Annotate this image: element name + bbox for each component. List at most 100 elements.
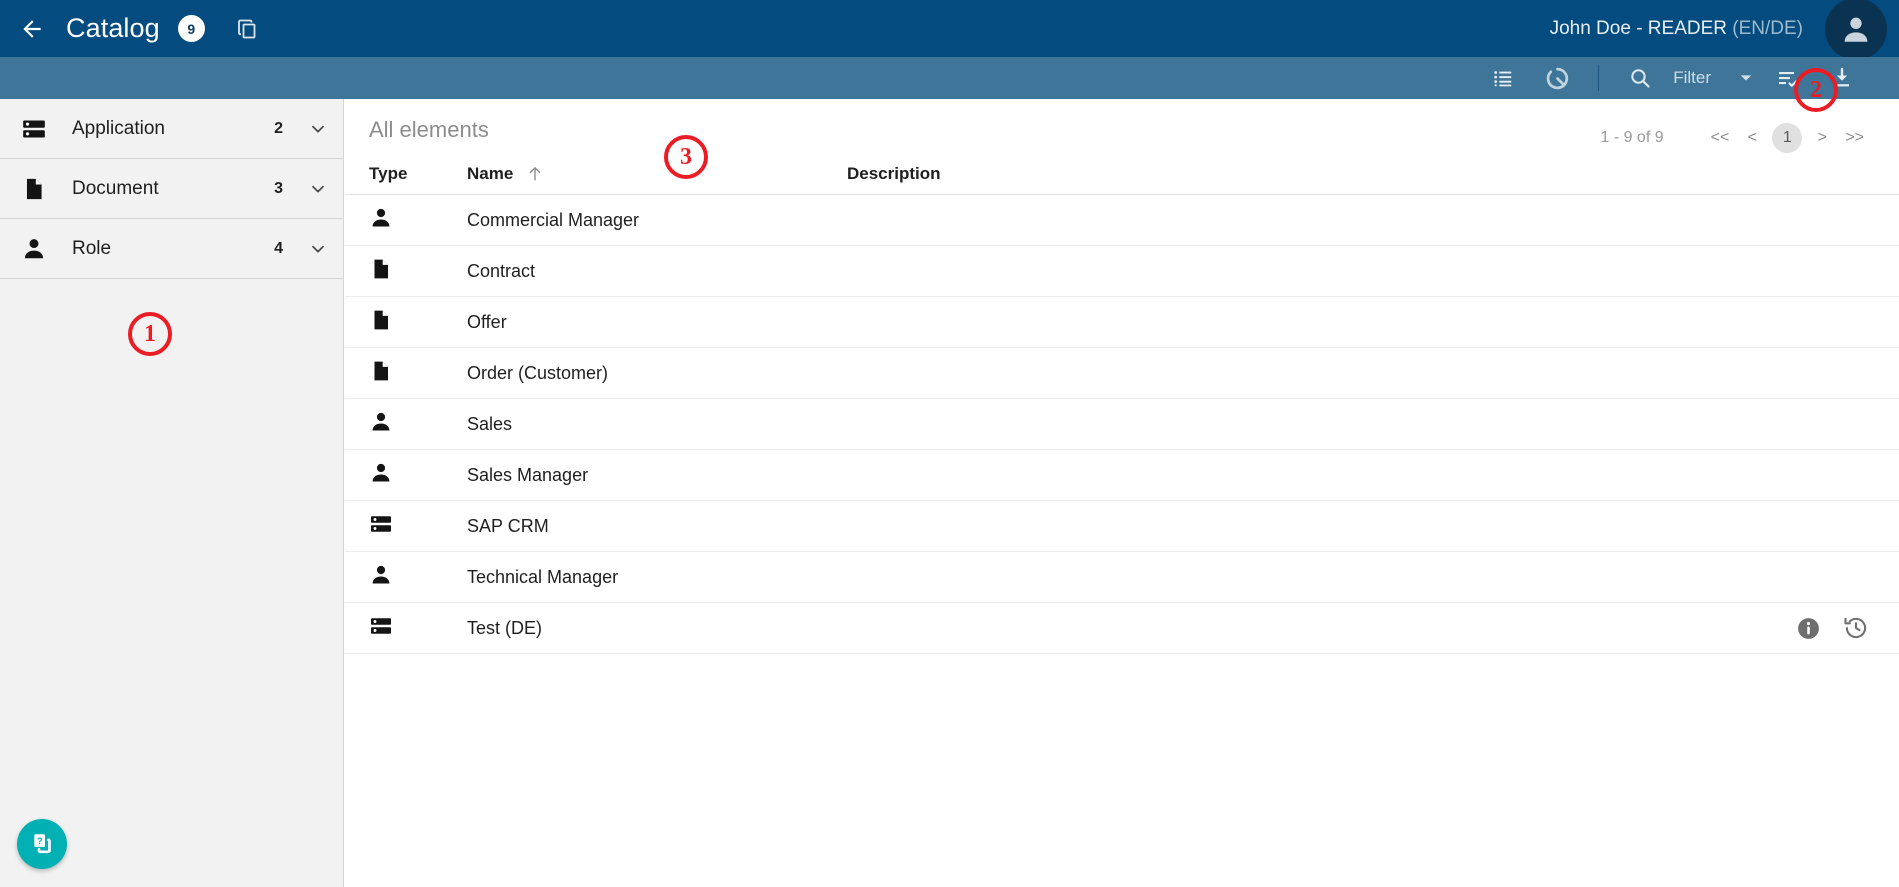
main-content: All elements 1 - 9 of 9 << < 1 > >> Type… [345, 99, 1899, 887]
arrow-up-icon[interactable] [525, 164, 545, 184]
column-header-name-label: Name [467, 164, 513, 184]
annotation-marker-2: 2 [1794, 68, 1838, 112]
column-header-name[interactable]: Name [467, 164, 847, 184]
document-icon [369, 359, 393, 388]
search-button[interactable] [1621, 59, 1659, 97]
cell-name: Contract [467, 261, 847, 282]
content-header: All elements 1 - 9 of 9 << < 1 > >> [345, 99, 1899, 153]
cell-type [369, 308, 467, 337]
chevron-down-icon [1737, 69, 1755, 87]
annotation-marker-1: 1 [128, 312, 172, 356]
sidebar-item-document[interactable]: Document 3 [0, 159, 343, 219]
arrow-left-icon [19, 16, 45, 42]
back-button[interactable] [8, 5, 56, 53]
person-icon [369, 563, 393, 592]
table-row[interactable]: Technical Manager [345, 552, 1899, 603]
sidebar-item-count: 2 [274, 120, 283, 138]
sidebar-item-label: Document [72, 178, 274, 200]
help-fab-button[interactable]: ? [17, 819, 67, 869]
cell-name: Commercial Manager [467, 210, 847, 231]
annotation-marker-3: 3 [664, 135, 708, 179]
chevron-down-icon[interactable] [307, 118, 329, 140]
pagination-range: 1 - 9 of 9 [1600, 129, 1663, 147]
filter-dropdown-button[interactable] [1731, 63, 1761, 93]
catalog-app: Catalog 9 John Doe - READER (EN/DE) [0, 0, 1899, 887]
pagination-prev-button[interactable]: < [1738, 124, 1766, 152]
progress-donut-button[interactable] [1538, 59, 1576, 97]
table-row[interactable]: Offer [345, 297, 1899, 348]
cell-name: Test (DE) [467, 618, 847, 639]
type-sidebar: Application 2 Document 3 [0, 99, 344, 887]
cell-name: Offer [467, 312, 847, 333]
chevron-down-icon[interactable] [307, 238, 329, 260]
cell-type [369, 359, 467, 388]
copy-button[interactable] [227, 9, 267, 49]
pagination-first-button[interactable]: << [1706, 124, 1735, 152]
cell-type [369, 206, 467, 235]
toolbar-divider [1598, 65, 1599, 91]
pagination-current-page[interactable]: 1 [1772, 123, 1802, 153]
table-row[interactable]: Contract [345, 246, 1899, 297]
row-actions [1796, 615, 1869, 641]
sidebar-item-count: 3 [274, 180, 283, 198]
table-row[interactable]: Test (DE) [345, 603, 1899, 654]
server-icon [369, 512, 393, 541]
history-icon[interactable] [1843, 615, 1869, 641]
cell-name: Order (Customer) [467, 363, 847, 384]
sidebar-item-label: Application [72, 118, 274, 140]
column-header-description[interactable]: Description [847, 164, 1899, 184]
cell-type [369, 410, 467, 439]
table-row[interactable]: Commercial Manager [345, 195, 1899, 246]
user-language: (EN/DE) [1732, 18, 1803, 39]
search-icon [1628, 66, 1652, 90]
list-view-icon [1492, 67, 1514, 89]
catalog-count-badge: 9 [178, 15, 205, 42]
list-view-button[interactable] [1484, 59, 1522, 97]
cell-type [369, 563, 467, 592]
person-icon [369, 461, 393, 490]
person-icon [369, 206, 393, 235]
user-info: John Doe - READER (EN/DE) [1550, 18, 1803, 40]
user-name: John Doe - READER [1550, 18, 1727, 39]
sidebar-item-label: Role [72, 238, 274, 260]
filter-label[interactable]: Filter [1673, 68, 1711, 88]
table-row[interactable]: SAP CRM [345, 501, 1899, 552]
server-icon [18, 113, 50, 145]
document-icon [369, 257, 393, 286]
table-row[interactable]: Order (Customer) [345, 348, 1899, 399]
pagination-next-button[interactable]: > [1808, 124, 1836, 152]
avatar[interactable] [1825, 0, 1887, 60]
help-document-icon: ? [28, 830, 56, 858]
sidebar-item-application[interactable]: Application 2 [0, 99, 343, 159]
document-icon [369, 308, 393, 337]
content-heading: All elements [369, 117, 489, 143]
cell-name: SAP CRM [467, 516, 847, 537]
elements-table: Type Name Description Com [345, 153, 1899, 654]
copy-icon [235, 17, 259, 41]
server-icon [369, 614, 393, 643]
table-header-row: Type Name Description [345, 153, 1899, 195]
person-icon [18, 233, 50, 265]
cell-type [369, 257, 467, 286]
document-icon [18, 173, 50, 205]
chevron-down-icon[interactable] [307, 178, 329, 200]
pagination-last-button[interactable]: >> [1840, 124, 1869, 152]
person-icon [369, 410, 393, 439]
action-toolbar: Filter [0, 57, 1899, 99]
sidebar-item-count: 4 [274, 240, 283, 258]
cell-name: Sales Manager [467, 465, 847, 486]
app-header: Catalog 9 John Doe - READER (EN/DE) [0, 0, 1899, 57]
table-row[interactable]: Sales [345, 399, 1899, 450]
pagination: 1 - 9 of 9 << < 1 > >> [1600, 117, 1869, 153]
table-row[interactable]: Sales Manager [345, 450, 1899, 501]
sidebar-item-role[interactable]: Role 4 [0, 219, 343, 279]
cell-type [369, 614, 467, 643]
cell-name: Sales [467, 414, 847, 435]
cell-type [369, 512, 467, 541]
info-icon[interactable] [1796, 616, 1821, 641]
user-avatar-icon [1839, 12, 1873, 46]
donut-chart-icon [1545, 66, 1570, 91]
page-title: Catalog [66, 13, 160, 44]
svg-text:?: ? [37, 836, 43, 846]
column-header-type[interactable]: Type [369, 164, 467, 184]
